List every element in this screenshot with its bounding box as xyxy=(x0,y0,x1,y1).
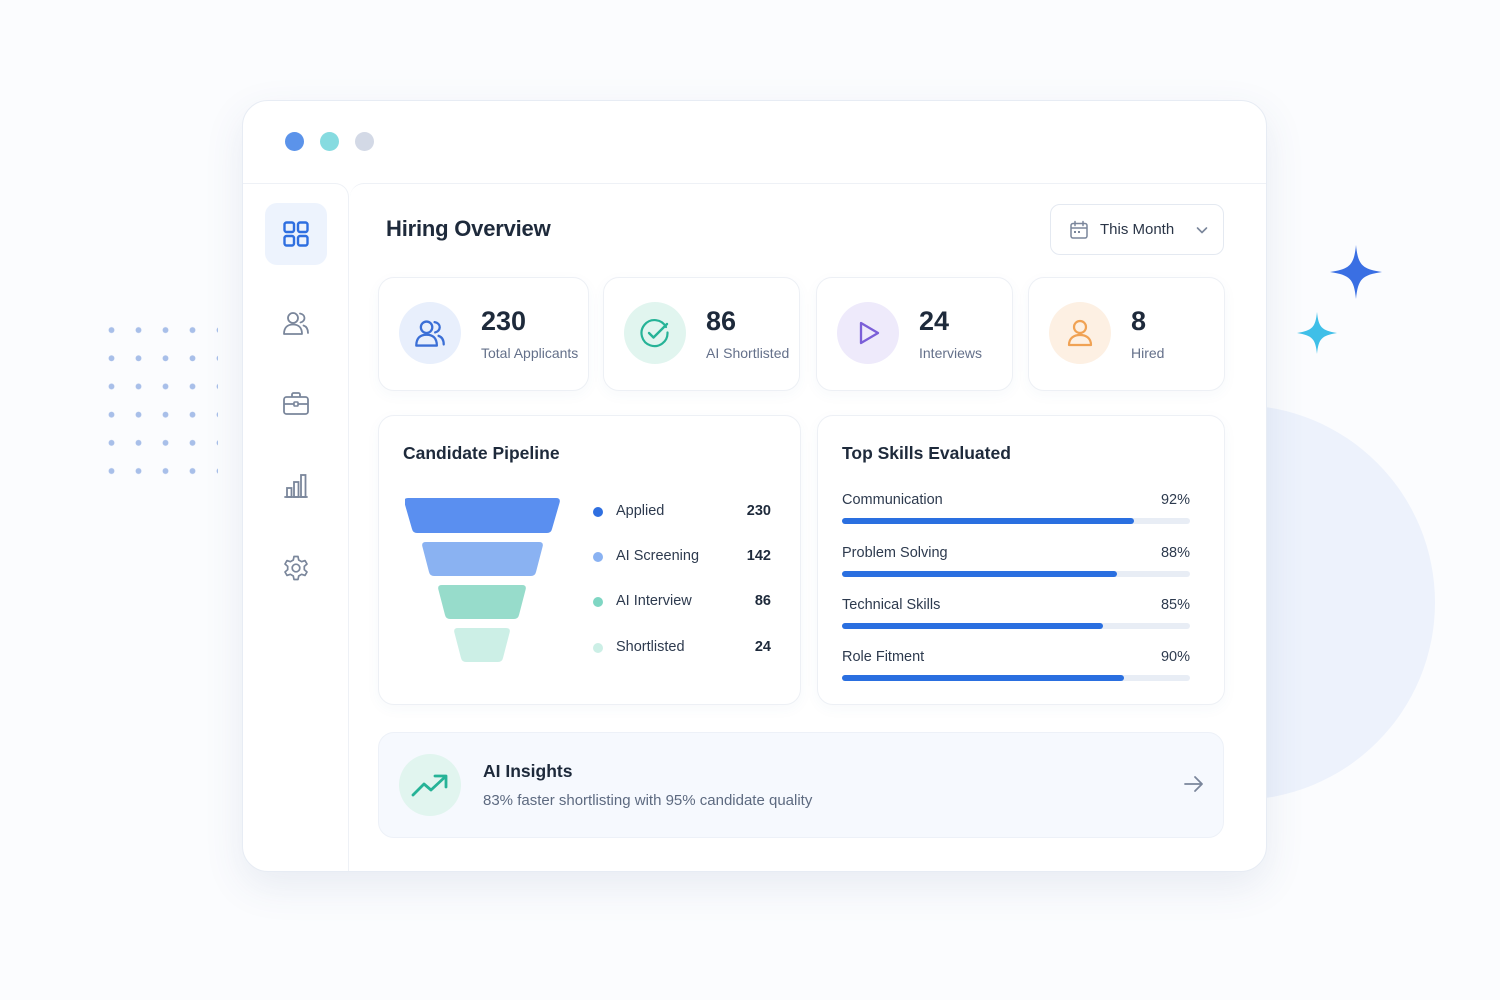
window-controls xyxy=(285,132,374,151)
insights-icon-circle xyxy=(399,754,461,816)
user-icon xyxy=(1067,319,1093,347)
settings-gear-icon xyxy=(284,555,308,581)
top-skills-card: Top Skills Evaluated Communication 92% P… xyxy=(817,415,1225,705)
small-sparkle-icon xyxy=(1297,312,1337,354)
skill-progress-fill xyxy=(842,623,1103,629)
stat-value: 24 xyxy=(919,306,950,336)
stat-icon-circle xyxy=(624,302,686,364)
insights-text: 83% faster shortlisting with 95% candida… xyxy=(483,792,813,809)
stat-label: Interviews xyxy=(919,345,983,361)
control-dot-teal[interactable] xyxy=(320,132,339,151)
stat-label: AI Shortlisted xyxy=(706,345,790,361)
legend-dot xyxy=(593,597,603,607)
app-window: Hiring Overview This Month 230 Total App… xyxy=(242,100,1267,872)
card-title: Top Skills Evaluated xyxy=(842,443,1011,463)
stat-icon-circle xyxy=(1049,302,1111,364)
ai-insights-banner[interactable]: AI Insights 83% faster shortlisting with… xyxy=(378,732,1224,838)
funnel-stage-shortlisted xyxy=(454,628,510,662)
skill-name: Technical Skills xyxy=(842,597,941,613)
period-label: This Month xyxy=(1100,221,1175,238)
legend-stage-value: 86 xyxy=(754,593,771,609)
skill-progress-track xyxy=(842,623,1190,629)
main-content: Hiring Overview This Month 230 Total App… xyxy=(350,183,1266,871)
stat-label: Total Applicants xyxy=(481,345,579,361)
pipeline-legend-row: Applied 230 xyxy=(593,502,771,522)
insights-title: AI Insights xyxy=(483,761,573,781)
skill-progress-fill xyxy=(842,675,1124,681)
pipeline-legend-row: AI Interview 86 xyxy=(593,592,771,612)
briefcase-icon xyxy=(283,392,309,415)
skill-progress-track xyxy=(842,675,1190,681)
skill-percent: 90% xyxy=(1160,649,1190,665)
sidebar-item-jobs[interactable] xyxy=(265,373,327,435)
stat-card-ai-shortlisted[interactable]: 86 AI Shortlisted xyxy=(603,277,800,391)
chevron-down-icon xyxy=(1196,226,1208,233)
control-dot-gray[interactable] xyxy=(355,132,374,151)
pipeline-legend-row: AI Screening 142 xyxy=(593,547,771,567)
calendar-icon xyxy=(1070,220,1088,239)
sidebar-item-analytics[interactable] xyxy=(265,455,327,517)
legend-stage-name: Applied xyxy=(616,503,665,519)
legend-stage-value: 230 xyxy=(746,503,771,519)
legend-stage-name: Shortlisted xyxy=(616,639,685,655)
skill-row: Problem Solving 88% xyxy=(842,545,1190,585)
legend-stage-value: 24 xyxy=(754,639,771,655)
arrow-right-icon[interactable] xyxy=(1183,774,1205,794)
legend-stage-name: AI Screening xyxy=(616,548,700,564)
stat-card-hired[interactable]: 8 Hired xyxy=(1028,277,1225,391)
sidebar xyxy=(243,183,349,871)
candidate-pipeline-card: Candidate Pipeline Applied 230 AI Screen… xyxy=(378,415,801,705)
large-sparkle-icon xyxy=(1330,245,1382,299)
bar-chart-icon xyxy=(284,474,308,498)
card-title: Candidate Pipeline xyxy=(403,443,560,463)
period-dropdown[interactable]: This Month xyxy=(1050,204,1224,255)
skill-row: Role Fitment 90% xyxy=(842,649,1190,689)
skill-name: Communication xyxy=(842,492,943,508)
skill-progress-fill xyxy=(842,518,1135,524)
stat-label: Hired xyxy=(1131,345,1165,361)
stat-value: 86 xyxy=(706,306,737,336)
skill-progress-track xyxy=(842,571,1190,577)
sidebar-item-settings[interactable] xyxy=(265,537,327,599)
funnel-stage-ai-screening xyxy=(422,542,543,576)
control-dot-blue[interactable] xyxy=(285,132,304,151)
skill-row: Technical Skills 85% xyxy=(842,597,1190,637)
funnel-stage-ai-interview xyxy=(438,585,526,619)
pipeline-funnel xyxy=(405,498,560,662)
skill-row: Communication 92% xyxy=(842,492,1190,532)
skill-name: Role Fitment xyxy=(842,649,925,665)
page-title: Hiring Overview xyxy=(386,216,551,241)
skill-percent: 88% xyxy=(1160,545,1190,561)
stat-value: 8 xyxy=(1131,306,1147,336)
skill-progress-track xyxy=(842,518,1190,524)
sidebar-item-candidates[interactable] xyxy=(265,292,327,354)
stat-value: 230 xyxy=(481,306,527,336)
legend-dot xyxy=(593,643,603,653)
trending-up-icon xyxy=(411,774,448,797)
sidebar-item-dashboard[interactable] xyxy=(265,203,327,265)
dot-pattern xyxy=(98,316,218,496)
skill-percent: 85% xyxy=(1160,597,1190,613)
dashboard-grid-icon xyxy=(283,221,309,247)
legend-stage-name: AI Interview xyxy=(616,593,692,609)
play-icon xyxy=(859,321,880,345)
legend-dot xyxy=(593,507,603,517)
stat-icon-circle xyxy=(837,302,899,364)
funnel-stage-applied xyxy=(405,498,560,533)
stat-card-total-applicants[interactable]: 230 Total Applicants xyxy=(378,277,589,391)
skill-percent: 92% xyxy=(1160,492,1190,508)
users-icon xyxy=(415,320,445,347)
skill-progress-fill xyxy=(842,571,1117,577)
skill-name: Problem Solving xyxy=(842,545,948,561)
legend-stage-value: 142 xyxy=(746,548,771,564)
check-circle-icon xyxy=(640,319,669,348)
users-icon xyxy=(283,312,309,335)
stat-icon-circle xyxy=(399,302,461,364)
legend-dot xyxy=(593,552,603,562)
pipeline-legend-row: Shortlisted 24 xyxy=(593,638,771,658)
stat-card-interviews[interactable]: 24 Interviews xyxy=(816,277,1013,391)
